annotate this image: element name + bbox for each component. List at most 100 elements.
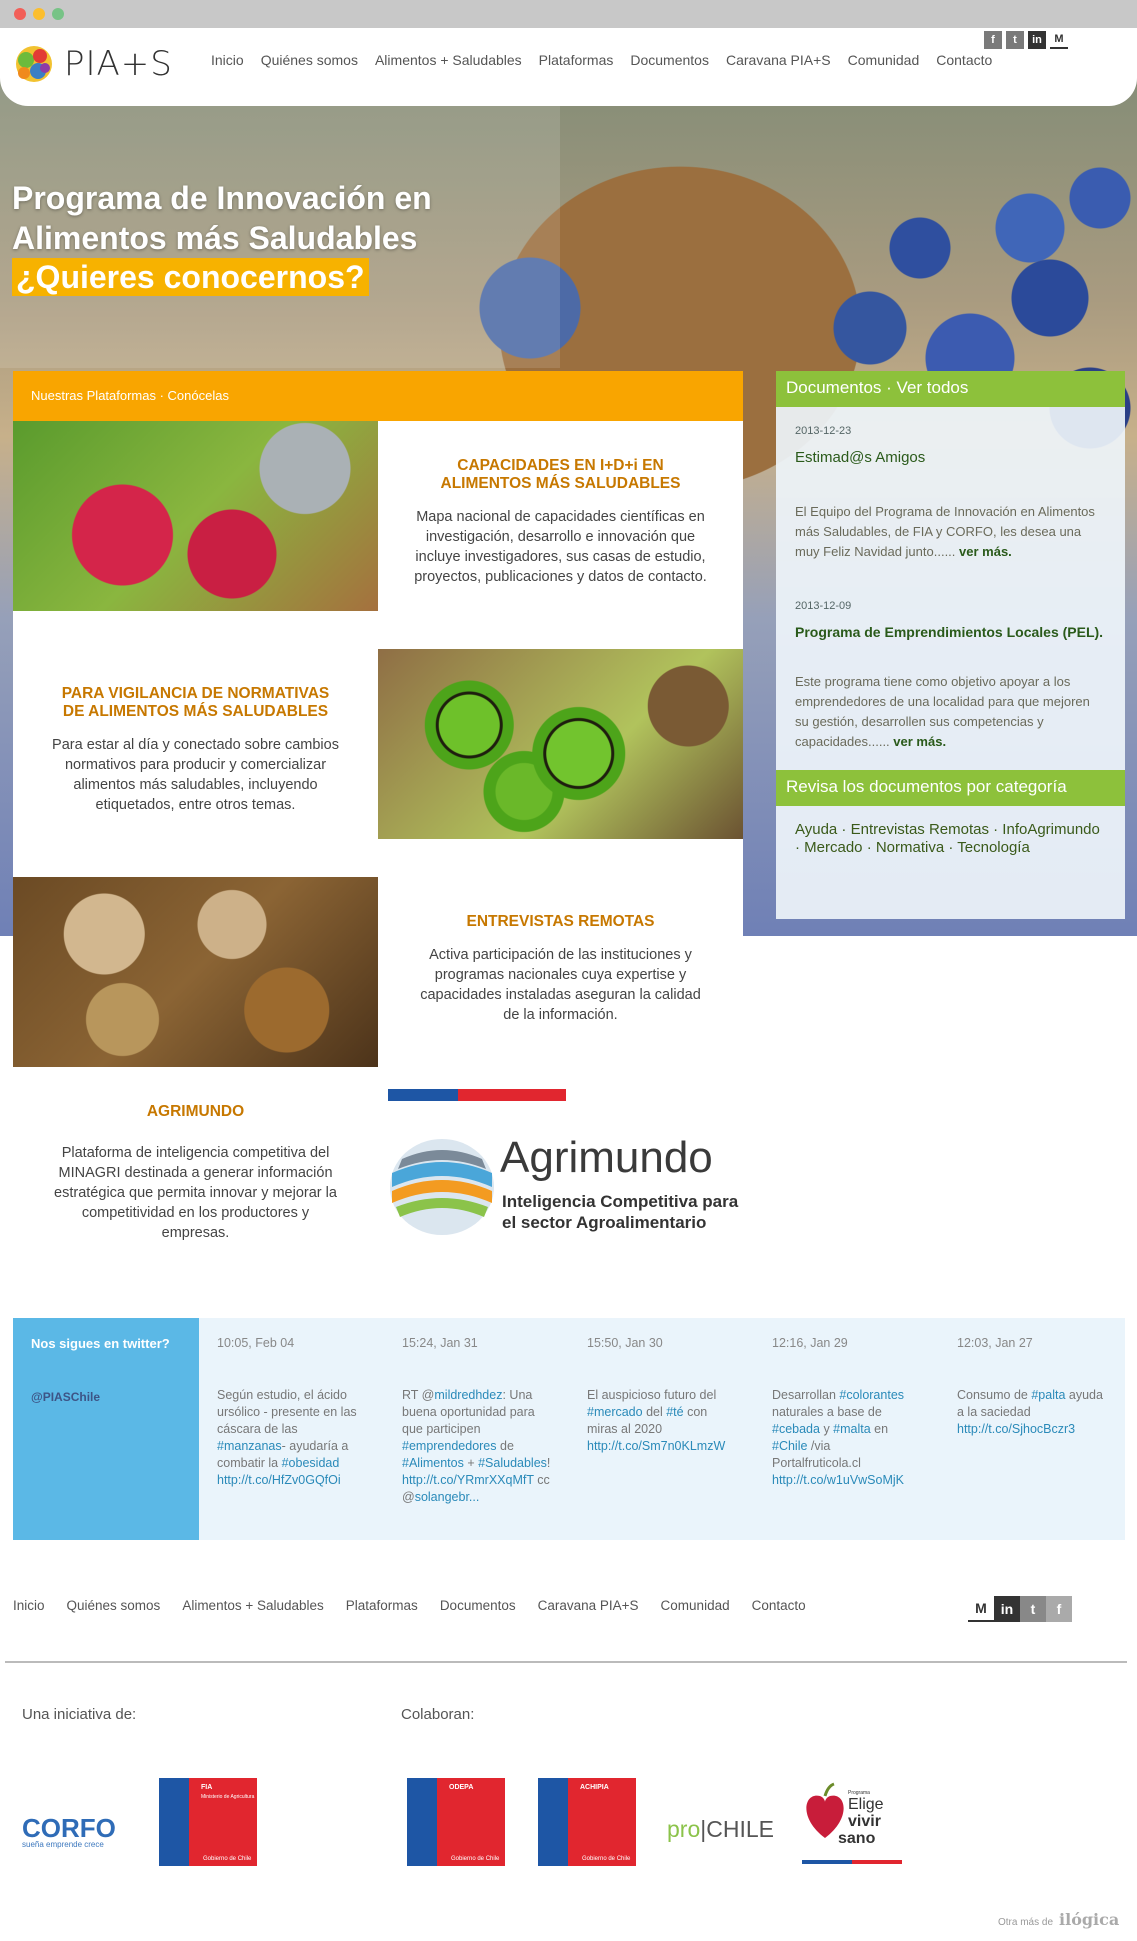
twitter-prompt: Nos sigues en twitter? (31, 1336, 170, 1351)
achipia-logo[interactable]: ACHIPIA Gobierno de Chile (538, 1778, 636, 1866)
facebook-icon[interactable]: f (984, 31, 1002, 49)
platform-1-title[interactable]: CAPACIDADES EN I+D+i EN ALIMENTOS MÁS SA… (416, 457, 706, 493)
elige-vivir-sano-logo[interactable]: Programa Elige vivir sano (802, 1776, 902, 1868)
fia-gob: Gobierno de Chile (203, 1856, 252, 1862)
fia-ministry: Ministerio de Agricultura (201, 1794, 255, 1800)
platform-row-3: ENTREVISTAS REMOTAS Activa participación… (13, 877, 743, 1105)
raspberries-image (13, 421, 378, 611)
footer-nav-comunidad[interactable]: Comunidad (661, 1598, 730, 1613)
medium-icon[interactable]: M (968, 1596, 994, 1622)
platform-3-title[interactable]: ENTREVISTAS REMOTAS (416, 913, 706, 931)
main-nav: Inicio Quiénes somos Alimentos + Saludab… (211, 52, 1009, 68)
twitter-icon[interactable]: t (1006, 31, 1024, 49)
platforms-section: Nuestras Plataformas · Conócelas CAPACID… (13, 371, 743, 1105)
corfo-tagline: sueña emprende crece (22, 1840, 104, 1849)
browser-chrome (0, 0, 1137, 28)
doc-2-date: 2013-12-09 (795, 600, 852, 612)
credit[interactable]: Otra más de ilógica (998, 1910, 1119, 1929)
tweet-2-time[interactable]: 15:24, Jan 31 (402, 1336, 552, 1350)
platform-row-2: PARA VIGILANCIA DE NORMATIVAS DE ALIMENT… (13, 649, 743, 877)
social-links-footer: M in t f (968, 1596, 1072, 1622)
tweet-4-time[interactable]: 12:16, Jan 29 (772, 1336, 922, 1350)
tweet-3: 15:50, Jan 30 El auspicioso futuro del #m… (587, 1336, 737, 1455)
hero-line-1: Programa de Innovación en (12, 180, 432, 216)
documents-category-header: Revisa los documentos por categoría (776, 770, 1125, 806)
footer-nav-contacto[interactable]: Contacto (752, 1598, 806, 1613)
close-dot[interactable] (14, 8, 26, 20)
platform-2-title[interactable]: PARA VIGILANCIA DE NORMATIVAS DE ALIMENT… (51, 685, 341, 721)
agrimundo-name: Agrimundo (500, 1133, 713, 1182)
sano-text: sano (838, 1830, 876, 1847)
platform-4-body: Plataforma de inteligencia competitiva d… (54, 1145, 337, 1241)
footer-nav-inicio[interactable]: Inicio (13, 1598, 45, 1613)
nav-contacto[interactable]: Contacto (936, 52, 992, 68)
nav-alimentos[interactable]: Alimentos + Saludables (375, 52, 522, 68)
platform-4-title[interactable]: AGRIMUNDO (13, 1103, 378, 1121)
agrimundo-sub2: el sector Agroalimentario (502, 1213, 707, 1232)
doc-1-body: El Equipo del Programa de Innovación en … (795, 502, 1106, 562)
brand-name[interactable]: PIA+S (64, 44, 173, 84)
prochile-chile: |CHILE (700, 1816, 774, 1842)
footer-nav-quienes-somos[interactable]: Quiénes somos (67, 1598, 161, 1613)
medium-icon[interactable]: M (1050, 31, 1068, 49)
flag-blue (388, 1089, 458, 1101)
twitter-feed: Nos sigues en twitter? @PIASChile 10:05,… (13, 1318, 1125, 1540)
nav-plataformas[interactable]: Plataformas (539, 52, 614, 68)
footer-nav-caravana[interactable]: Caravana PIA+S (538, 1598, 639, 1613)
credit-text: Otra más de (998, 1917, 1054, 1928)
linkedin-icon[interactable]: in (994, 1596, 1020, 1622)
doc-1-more-link[interactable]: ver más. (959, 544, 1012, 559)
prochile-logo[interactable]: pro|CHILE (667, 1816, 774, 1843)
tweet-3-time[interactable]: 15:50, Jan 30 (587, 1336, 737, 1350)
facebook-icon[interactable]: f (1046, 1596, 1072, 1622)
footer-nav-documentos[interactable]: Documentos (440, 1598, 516, 1613)
footer-nav-alimentos[interactable]: Alimentos + Saludables (182, 1598, 323, 1613)
nav-documentos[interactable]: Documentos (630, 52, 709, 68)
fia-name: FIA (201, 1784, 213, 1791)
tweet-2: 15:24, Jan 31 RT @mildredhdez: Una buena … (402, 1336, 552, 1506)
maximize-dot[interactable] (52, 8, 64, 20)
nav-inicio[interactable]: Inicio (211, 52, 244, 68)
hero-cta[interactable]: ¿Quieres conocernos? (12, 258, 369, 296)
tweet-4-text: Desarrollan #colorantes naturales a base… (772, 1388, 905, 1487)
doc-2-title[interactable]: Programa de Emprendimientos Locales (PEL… (795, 624, 1106, 640)
agrimundo-sub1: Inteligencia Competitiva para (502, 1192, 739, 1211)
tweet-4: 12:16, Jan 29 Desarrollan #colorantes nat… (772, 1336, 922, 1489)
initiative-label: Una iniciativa de: (22, 1706, 137, 1723)
nav-caravana[interactable]: Caravana PIA+S (726, 52, 831, 68)
doc-1-title[interactable]: Estimad@s Amigos (795, 449, 1106, 466)
tweet-5-time[interactable]: 12:03, Jan 27 (957, 1336, 1107, 1350)
hero-headline: Programa de Innovación en Alimentos más … (12, 178, 432, 296)
platform-3-body: Activa participación de las institucione… (420, 947, 701, 1023)
logo-icon[interactable] (12, 42, 56, 86)
platform-1-body: Mapa nacional de capacidades científicas… (414, 509, 707, 585)
doc-2-body: Este programa tiene como objetivo apoyar… (795, 672, 1106, 752)
documents-category-links[interactable]: Ayuda · Entrevistas Remotas · InfoAgrimu… (795, 821, 1106, 857)
platform-row-1: CAPACIDADES EN I+D+i EN ALIMENTOS MÁS SA… (13, 421, 743, 649)
vivir-text: vivir (848, 1813, 881, 1830)
odepa-logo[interactable]: ODEPA Gobierno de Chile (407, 1778, 505, 1866)
footer-nav-plataformas[interactable]: Plataformas (346, 1598, 418, 1613)
agrimundo-globe-icon (390, 1139, 494, 1235)
platform-3-text: ENTREVISTAS REMOTAS Activa participación… (378, 913, 743, 1025)
fia-logo[interactable]: FIA Ministerio de Agricultura Gobierno de … (159, 1778, 257, 1866)
kiwis-image (378, 649, 743, 839)
tweet-1-time[interactable]: 10:05, Feb 04 (217, 1336, 367, 1350)
nav-quienes-somos[interactable]: Quiénes somos (261, 52, 358, 68)
agrimundo-logo[interactable]: Agrimundo Inteligencia Competitiva para … (388, 1089, 744, 1261)
corfo-logo[interactable]: CORFO sueña emprende crece (22, 1813, 116, 1849)
linkedin-icon[interactable]: in (1028, 31, 1046, 49)
doc-1-excerpt: El Equipo del Programa de Innovación en … (795, 504, 1095, 559)
platforms-header[interactable]: Nuestras Plataformas · Conócelas (13, 371, 743, 421)
elige-flag-bar (802, 1860, 902, 1864)
twitter-icon[interactable]: t (1020, 1596, 1046, 1622)
agrimundo-tagline: Inteligencia Competitiva para el sector … (502, 1191, 738, 1233)
minimize-dot[interactable] (33, 8, 45, 20)
documents-header[interactable]: Documentos · Ver todos (776, 371, 1125, 407)
doc-2-more-link[interactable]: ver más. (893, 734, 946, 749)
credit-brand: ilógica (1059, 1910, 1120, 1929)
twitter-handle[interactable]: @PIASChile (31, 1390, 100, 1404)
nav-comunidad[interactable]: Comunidad (848, 52, 920, 68)
documents-panel: Documentos · Ver todos 2013-12-23 Estima… (776, 371, 1125, 919)
doc-1-date: 2013-12-23 (795, 425, 852, 437)
